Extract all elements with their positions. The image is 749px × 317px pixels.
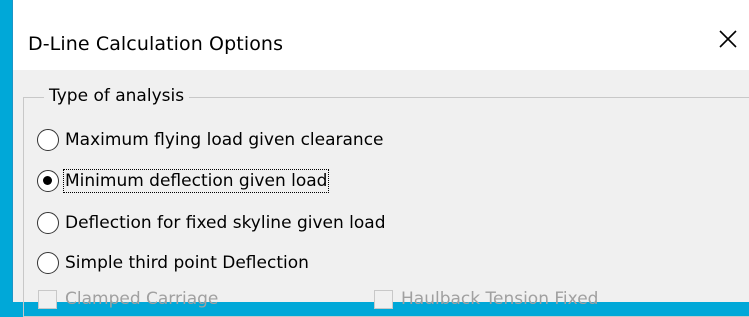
checkbox-label: Haulback Tension Fixed bbox=[401, 289, 599, 309]
close-button[interactable] bbox=[709, 20, 749, 60]
haulback-tension-fixed-checkbox[interactable]: Haulback Tension Fixed bbox=[374, 289, 598, 309]
checkbox-label: Clamped Carriage bbox=[65, 289, 219, 309]
radio-deflection-fixed-skyline[interactable]: Deflection for fixed skyline given load bbox=[37, 210, 386, 236]
radio-max-flying-load[interactable]: Maximum flying load given clearance bbox=[37, 127, 384, 153]
radio-simple-third-point[interactable]: Simple third point Deflection bbox=[37, 250, 309, 276]
analysis-type-legend: Type of analysis bbox=[44, 86, 190, 106]
radio-label: Maximum flying load given clearance bbox=[65, 130, 384, 150]
checkbox-icon[interactable] bbox=[38, 289, 57, 309]
dialog-title: D-Line Calculation Options bbox=[28, 33, 284, 55]
clamped-carriage-checkbox[interactable]: Clamped Carriage bbox=[38, 289, 218, 309]
radio-label: Deflection for fixed skyline given load bbox=[65, 213, 386, 233]
checkbox-icon[interactable] bbox=[374, 289, 393, 309]
radio-min-deflection[interactable]: Minimum deflection given load bbox=[37, 168, 330, 194]
radio-button-icon[interactable] bbox=[37, 129, 59, 151]
close-icon bbox=[719, 30, 737, 48]
title-bar: D-Line Calculation Options bbox=[13, 0, 749, 70]
radio-button-icon[interactable] bbox=[37, 212, 59, 234]
radio-label: Simple third point Deflection bbox=[65, 253, 309, 273]
radio-button-icon[interactable] bbox=[37, 252, 59, 274]
calculation-options-dialog: D-Line Calculation Options Type of analy… bbox=[12, 0, 749, 317]
radio-label: Minimum deflection given load bbox=[62, 169, 330, 193]
radio-button-selected-icon[interactable] bbox=[37, 170, 59, 192]
